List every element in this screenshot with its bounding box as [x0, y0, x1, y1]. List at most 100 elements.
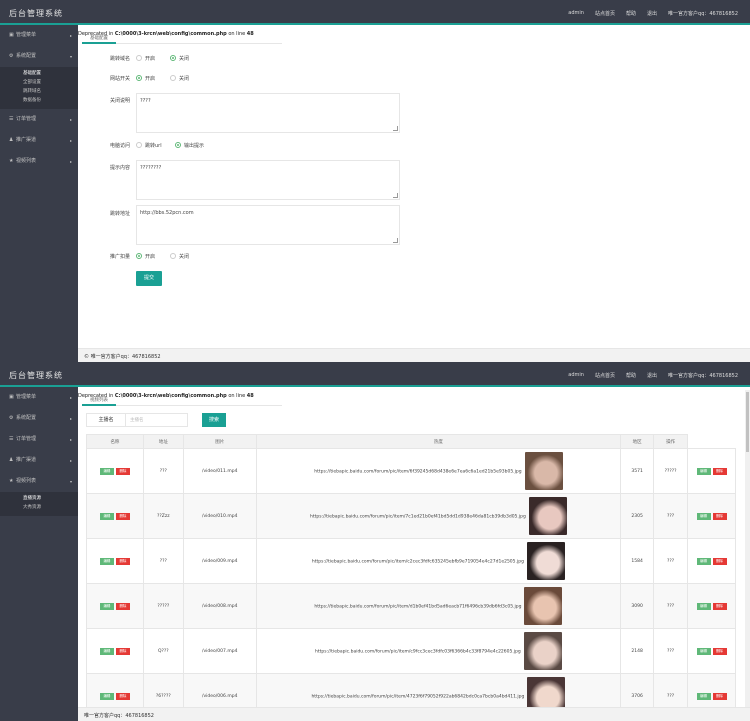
nav-help[interactable]: 帮助: [626, 372, 636, 379]
settings-icon: ⚙: [9, 415, 14, 421]
field-label: 跳转地址: [109, 211, 130, 217]
radio-pc-tip[interactable]: 输出提示: [175, 141, 204, 149]
nav-help[interactable]: 帮助: [626, 10, 636, 17]
nav-logout[interactable]: 退出: [647, 372, 657, 379]
delete-button[interactable]: 删除: [712, 467, 727, 475]
radio-promo-off[interactable]: 关闭: [170, 252, 189, 260]
close-note-textarea[interactable]: ????: [136, 93, 400, 133]
search-button[interactable]: 搜索: [202, 413, 226, 427]
sidebar-item-menu[interactable]: ▣ 管理菜单 ▸: [0, 387, 78, 408]
radio-promo-on[interactable]: 开启: [136, 252, 155, 260]
col-addr: 地址: [142, 434, 184, 449]
delete-button[interactable]: 删除: [115, 647, 130, 655]
nav-logout[interactable]: 退出: [647, 10, 657, 17]
search-input[interactable]: 主播名: [126, 413, 188, 427]
sidebar-item-promo[interactable]: ♟ 推广渠道 ▸: [0, 130, 78, 151]
col-heat: 热度: [255, 434, 622, 449]
table-row: 编辑 删除???/video/009.mp4 https://tiebapic.ba…: [86, 538, 736, 584]
list-icon: ☰: [9, 436, 14, 442]
radio-site-off[interactable]: 关闭: [170, 74, 189, 82]
user-icon: ♟: [9, 137, 14, 143]
sidebar-item-orders[interactable]: ☰ 订单管理 ▸: [0, 109, 78, 130]
scrollbar[interactable]: [745, 390, 750, 721]
image-url: https://tiebapic.baidu.com/forum/pic/ite…: [311, 559, 524, 565]
cell-heat: 2305: [620, 493, 655, 539]
delete-button[interactable]: 删除: [115, 557, 130, 565]
footer: 唯一官方客户qq：467816852: [78, 707, 750, 721]
image-url: https://tiebapic.baidu.com/forum/pic/ite…: [311, 694, 525, 700]
edit-button[interactable]: 编辑: [99, 557, 114, 565]
cell-addr: /video/007.mp4: [182, 628, 257, 674]
chevron-icon: ▸: [69, 159, 72, 164]
cell-name: ???: [142, 448, 184, 494]
delete-button[interactable]: 删除: [712, 512, 727, 520]
sidebar-item-orders[interactable]: ☰ 订单管理 ▸: [0, 429, 78, 450]
edit-button[interactable]: 编辑: [99, 602, 114, 610]
radio-domain-off[interactable]: 关闭: [170, 54, 189, 62]
edit-button[interactable]: 编辑: [99, 692, 114, 700]
delete-button[interactable]: 删除: [712, 557, 727, 565]
submit-button[interactable]: 提交: [136, 271, 162, 286]
edit-button[interactable]: 编辑: [696, 557, 711, 565]
thumbnail-image: [524, 587, 563, 625]
cell-addr: /video/009.mp4: [182, 538, 257, 584]
screen-settings: 后台管理系统 admin 站点首页 帮助 退出 唯一官方客户qq：4678168…: [0, 0, 750, 362]
nav-admin[interactable]: admin: [568, 372, 584, 379]
sidebar-sub-backup[interactable]: 数据备份: [0, 96, 78, 105]
delete-button[interactable]: 删除: [712, 647, 727, 655]
cell-heat: 2148: [620, 628, 655, 674]
screen-video-list: 后台管理系统 admin 站点首页 帮助 退出 唯一官方客户qq：4678168…: [0, 362, 750, 721]
sidebar: ▣ 管理菜单 ▸ ⚙ 系统配置 ▸ ☰ 订单管理 ▸ ♟ 推广渠道 ▸ ★ 视频列表 ▾ 直播资源 …: [0, 387, 78, 721]
field-label: 关闭说明: [109, 98, 130, 104]
sidebar-item-promo[interactable]: ♟ 推广渠道 ▸: [0, 450, 78, 471]
chevron-icon: ▸: [69, 33, 72, 38]
sidebar-item-system[interactable]: ⚙ 系统配置 ▾: [0, 46, 78, 67]
edit-button[interactable]: 编辑: [99, 512, 114, 520]
edit-button[interactable]: 编辑: [696, 602, 711, 610]
cell-region: ???: [653, 538, 689, 584]
edit-button[interactable]: 编辑: [99, 647, 114, 655]
delete-button[interactable]: 删除: [712, 602, 727, 610]
sidebar-item-menu[interactable]: ▣ 管理菜单 ▸: [0, 25, 78, 46]
video-table: 名称 地址 图片 热度 地区 操作 编辑 删除???/video/011.mp4 h…: [86, 434, 736, 719]
main-content: 视频列表 Deprecated in C:\0000\3-krcn\web\co…: [78, 389, 750, 721]
delete-button[interactable]: 删除: [115, 692, 130, 700]
row-actions-right: 编辑 删除: [687, 628, 736, 674]
home-icon: ▣: [9, 394, 14, 400]
edit-button[interactable]: 编辑: [696, 467, 711, 475]
delete-button[interactable]: 删除: [115, 467, 130, 475]
edit-button[interactable]: 编辑: [99, 467, 114, 475]
table-row: 编辑 删除 ??Zzz/video/010.mp4 https://tiebapic.…: [86, 493, 736, 539]
delete-button[interactable]: 删除: [712, 692, 727, 700]
sidebar-sub-all[interactable]: 全部设置: [0, 78, 78, 87]
nav-home[interactable]: 站点首页: [595, 372, 615, 379]
cell-addr: /video/011.mp4: [182, 448, 257, 494]
edit-button[interactable]: 编辑: [696, 512, 711, 520]
star-icon: ★: [9, 158, 14, 164]
col-image: 图片: [182, 434, 257, 449]
col-region: 地区: [620, 434, 655, 449]
home-icon: ▣: [9, 32, 14, 38]
row-actions-left: 编辑 删除: [86, 538, 144, 584]
sidebar-sub-show[interactable]: 大秀资源: [0, 503, 78, 512]
sidebar-item-videos[interactable]: ★ 视频列表 ▾: [0, 471, 78, 492]
edit-button[interactable]: 编辑: [696, 692, 711, 700]
footer: © 唯一官方客户qq：467816852: [78, 348, 750, 362]
sidebar-sub-domain[interactable]: 跳转域名: [0, 87, 78, 96]
sidebar-sub-basic[interactable]: 基础配置: [0, 69, 78, 78]
sidebar-sub-live[interactable]: 直播资源: [0, 494, 78, 503]
jump-url-textarea[interactable]: http://bbs.52pcn.com: [136, 205, 400, 245]
radio-domain-on[interactable]: 开启: [136, 54, 155, 62]
radio-site-on[interactable]: 开启: [136, 74, 155, 82]
delete-button[interactable]: 删除: [115, 602, 130, 610]
nav-home[interactable]: 站点首页: [595, 10, 615, 17]
sidebar-item-videos[interactable]: ★ 视频列表 ▸: [0, 151, 78, 172]
radio-pc-url[interactable]: 跳转url: [136, 141, 162, 149]
edit-button[interactable]: 编辑: [696, 647, 711, 655]
tip-content-textarea[interactable]: ????????: [136, 160, 400, 200]
sidebar-item-system[interactable]: ⚙ 系统配置 ▸: [0, 408, 78, 429]
nav-qq: 唯一官方客户qq：467816852: [668, 373, 738, 379]
delete-button[interactable]: 删除: [115, 512, 130, 520]
nav-admin[interactable]: admin: [568, 10, 584, 17]
settings-icon: ⚙: [9, 53, 14, 59]
